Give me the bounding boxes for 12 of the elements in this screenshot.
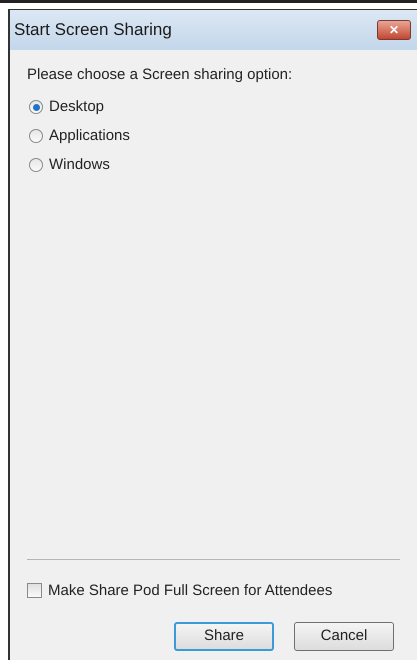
window-title: Start Screen Sharing — [14, 19, 172, 42]
cancel-button[interactable]: Cancel — [294, 622, 394, 651]
prompt-text: Please choose a Screen sharing option: — [27, 65, 294, 85]
radio-option[interactable]: Desktop — [29, 92, 104, 122]
radio-button[interactable] — [29, 100, 43, 114]
checkbox-option[interactable]: Make Share Pod Full Screen for Attendees — [27, 580, 332, 602]
radio-option[interactable]: Windows — [29, 150, 110, 180]
radio-option[interactable]: Applications — [29, 122, 130, 150]
checkbox[interactable] — [27, 583, 42, 598]
radio-button[interactable] — [29, 158, 43, 172]
share-button[interactable]: Share — [174, 622, 274, 651]
radio-button[interactable] — [29, 129, 43, 143]
